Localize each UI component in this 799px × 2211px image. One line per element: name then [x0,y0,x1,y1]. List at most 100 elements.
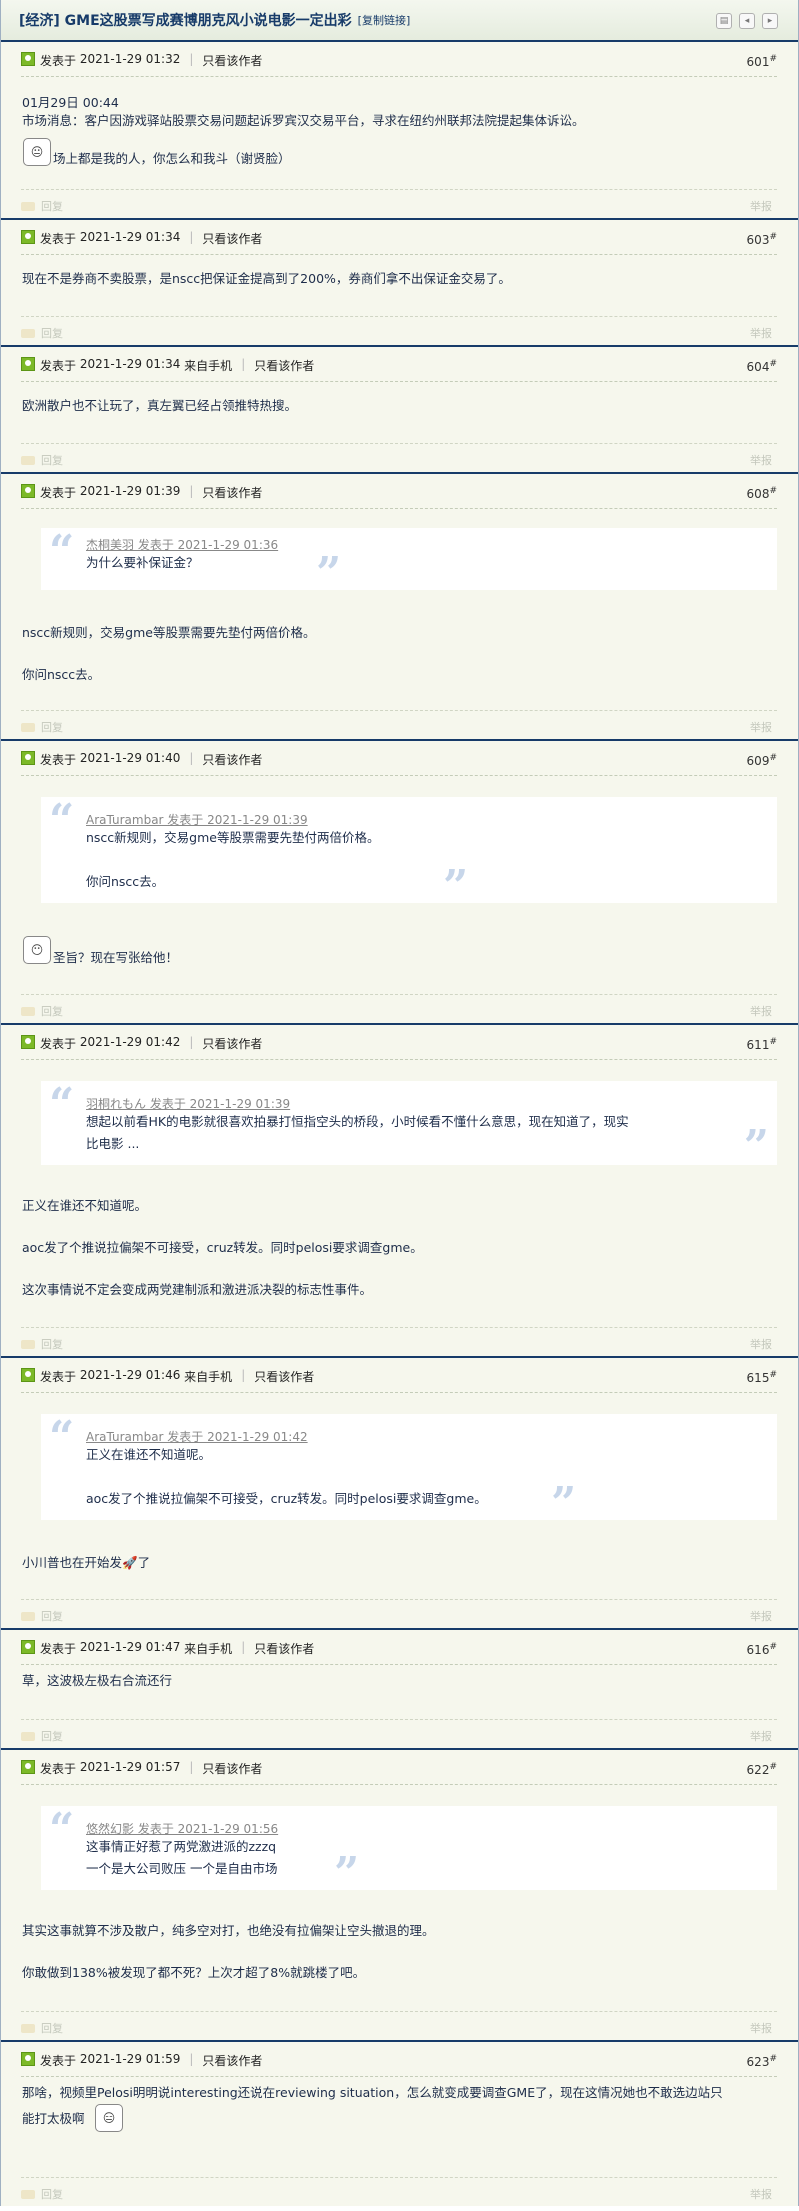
print-icon[interactable]: ▤ [716,13,732,29]
reply-button[interactable]: 回复 [21,1608,63,1624]
report-button[interactable]: 举报 [750,2020,772,2036]
quote-source-link[interactable]: AraTurambar 发表于 2021-1-29 01:39 [86,811,308,828]
quote-text: 想起以前看HK的电影就很喜欢拍暴打恒指空头的桥段，小时候看不懂什么意思，现在知道… [86,1114,629,1129]
only-author-link[interactable]: 只看该作者 [202,2052,262,2069]
floor-number[interactable]: 611# [747,1037,777,1052]
separator: | [189,751,194,765]
report-button[interactable]: 举报 [750,1003,772,1019]
posted-at-label: 发表于 [40,1037,77,1051]
floor-number[interactable]: 623# [747,2054,777,2069]
report-button[interactable]: 举报 [750,1728,772,1744]
post-time: 2021-1-29 01:34 [79,230,181,244]
only-author-link[interactable]: 只看该作者 [202,52,262,69]
post-footer: 回复 举报 [21,994,777,1023]
quote-source-link[interactable]: 羽桐れもん 发表于 2021-1-29 01:39 [86,1095,290,1112]
reply-button[interactable]: 回复 [21,325,63,341]
prev-thread-icon[interactable]: ◂ [739,13,755,29]
post-text: 市场消息：客户因游戏驿站股票交易问题起诉罗宾汉交易平台，寻求在纽约州联邦法院提起… [22,112,585,128]
user-icon[interactable] [21,52,35,66]
next-thread-icon[interactable]: ▸ [762,13,778,29]
floor-number[interactable]: 608# [747,486,777,501]
from-mobile-label: 来自手机 [184,1642,233,1656]
open-quote-icon: “ [49,1804,75,1855]
user-icon[interactable] [21,1035,35,1049]
only-author-link[interactable]: 只看该作者 [254,1640,314,1657]
post-time: 2021-1-29 01:47 [79,1640,181,1654]
reply-button[interactable]: 回复 [21,2186,63,2202]
only-author-link[interactable]: 只看该作者 [202,1035,262,1052]
quote-block: “ 杰桐美羽 发表于 2021-1-29 01:36 为什么要补保证金？ ” [41,528,777,596]
post: 发表于 2021-1-29 01:34 来自手机 | 只看该作者 604# 欧洲… [1,347,798,474]
post-text: 草，这波极左极右合流还行 [22,1673,173,1688]
floor-number[interactable]: 609# [747,753,777,768]
report-button[interactable]: 举报 [750,198,772,214]
only-author-link[interactable]: 只看该作者 [254,1368,314,1385]
report-button[interactable]: 举报 [750,1336,772,1352]
post: 发表于 2021-1-29 01:57 | 只看该作者 622# “ 悠然幻影 … [1,1750,798,2042]
post-body: 你敢做到138%被发现了都不死？上次才超了8%就跳楼了吧。 [22,1964,777,1982]
post-footer: 回复 举报 [21,1719,777,1748]
only-author-link[interactable]: 只看该作者 [202,1760,262,1777]
floor-number[interactable]: 604# [747,359,777,374]
post: 发表于 2021-1-29 01:42 | 只看该作者 611# “ 羽桐れもん… [1,1025,798,1358]
quote-text: 这事情正好惹了两党激进派的zzzq [86,1839,277,1854]
user-icon[interactable] [21,484,35,498]
close-quote-icon: ” [316,548,342,599]
report-button[interactable]: 举报 [750,452,772,468]
posted-at-label: 发表于 [40,753,77,767]
post: 发表于 2021-1-29 01:34 | 只看该作者 603# 现在不是券商不… [1,220,798,347]
user-icon[interactable] [21,230,35,244]
reply-button[interactable]: 回复 [21,452,63,468]
floor-number[interactable]: 603# [747,232,777,247]
user-icon[interactable] [21,1640,35,1654]
post-footer: 回复 举报 [21,316,777,345]
user-icon[interactable] [21,357,35,371]
separator: | [189,2052,194,2066]
copy-link-button[interactable]: [复制链接] [358,12,411,28]
only-author-link[interactable]: 只看该作者 [202,751,262,768]
reply-button[interactable]: 回复 [21,2020,63,2036]
report-button[interactable]: 举报 [750,719,772,735]
floor-number[interactable]: 601# [747,54,777,69]
from-mobile-label: 来自手机 [184,359,233,373]
post-body: 小川普也在开始发🚀了 [22,1554,777,1572]
report-button[interactable]: 举报 [750,2186,772,2202]
only-author-link[interactable]: 只看该作者 [254,357,314,374]
quote-text: aoc发了个推说拉偏架不可接受，cruz转发。同时pelosi要求调查gme。 [86,1491,487,1506]
post-text: 了 [137,1555,151,1570]
reply-button[interactable]: 回复 [21,1336,63,1352]
user-icon[interactable] [21,751,35,765]
report-button[interactable]: 举报 [750,1608,772,1624]
post-text: 能打太极啊 [22,2111,85,2126]
user-icon[interactable] [21,1760,35,1774]
user-icon[interactable] [21,1368,35,1382]
reply-button[interactable]: 回复 [21,1003,63,1019]
post-text: 圣旨？现在写张给他！ [53,950,179,965]
report-button[interactable]: 举报 [750,325,772,341]
only-author-link[interactable]: 只看该作者 [202,230,262,247]
floor-number[interactable]: 615# [747,1370,777,1385]
thread-header: [经济] GME这股票写成赛博朋克风小说电影一定出彩 [复制链接] ▤ ◂ ▸ [1,0,798,42]
quote-source-link[interactable]: AraTurambar 发表于 2021-1-29 01:42 [86,1428,308,1445]
post-text: 小川普也在开始发 [22,1555,123,1570]
post-footer: 回复 举报 [21,1599,777,1628]
reply-button[interactable]: 回复 [21,198,63,214]
reply-button[interactable]: 回复 [21,719,63,735]
reply-icon [21,201,35,211]
floor-number[interactable]: 622# [747,1762,777,1777]
reply-button[interactable]: 回复 [21,1728,63,1744]
posted-at-label: 发表于 [40,1370,77,1384]
only-author-link[interactable]: 只看该作者 [202,484,262,501]
post: 发表于 2021-1-29 01:32 | 只看该作者 601# 01月29日 … [1,42,798,220]
floor-number[interactable]: 616# [747,1642,777,1657]
user-icon[interactable] [21,2052,35,2066]
post-footer: 回复 举报 [21,443,777,472]
post-time: 2021-1-29 01:46 [79,1368,181,1382]
emoticon-image: 😑 [95,2104,123,2132]
open-quote-icon: “ [49,1412,75,1463]
quote-source-link[interactable]: 悠然幻影 发表于 2021-1-29 01:56 [86,1820,278,1837]
quote-source-link[interactable]: 杰桐美羽 发表于 2021-1-29 01:36 [86,536,278,553]
post-meta: 发表于 2021-1-29 01:34 来自手机 | 只看该作者 604# [21,357,777,382]
post-text: aoc发了个推说拉偏架不可接受，cruz转发。同时pelosi要求调查gme。 [22,1240,423,1255]
post-text: 场上都是我的人，你怎么和我斗（谢贤脸） [53,151,291,166]
